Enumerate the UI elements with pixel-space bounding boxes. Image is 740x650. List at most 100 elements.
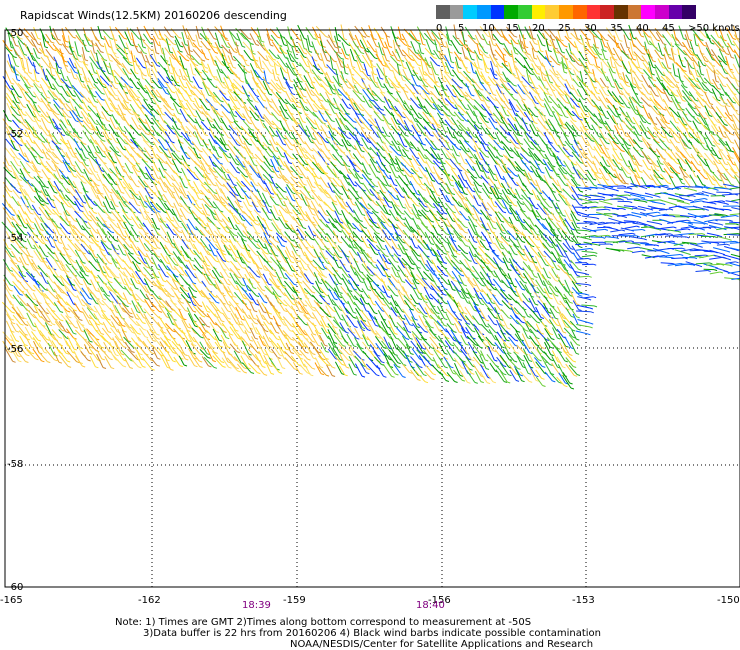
wind-barb [234, 47, 245, 61]
wind-barb-tick [398, 64, 402, 67]
wind-barb-tick [723, 85, 727, 88]
wind-barb [68, 57, 75, 68]
wind-barb [158, 41, 163, 54]
wind-barb [502, 71, 508, 82]
wind-barb-tick [514, 35, 518, 38]
wind-barb [164, 111, 174, 122]
wind-barb [359, 39, 367, 52]
wind-barb-tick [361, 87, 366, 90]
wind-barb [205, 173, 214, 186]
wind-barb-tick [669, 100, 673, 103]
wind-barb [340, 24, 345, 39]
wind-barb-tick [408, 175, 413, 178]
wind-barb-tick [732, 101, 736, 104]
wind-barb [536, 55, 543, 66]
wind-barb-tick [445, 71, 450, 74]
wind-barb-tick [249, 135, 253, 138]
wind-barb-tick [8, 170, 13, 173]
wind-barb [144, 61, 150, 76]
wind-barb [163, 120, 172, 129]
wind-barb-tick [189, 80, 194, 83]
wind-barb-tick [556, 131, 560, 134]
wind-barb [517, 24, 524, 38]
wind-barb-tick [74, 71, 79, 74]
wind-barb-tick [225, 39, 229, 42]
wind-barb-tick [488, 192, 493, 195]
wind-barb [314, 49, 321, 60]
wind-barb-tick [408, 98, 412, 101]
wind-barb [362, 155, 369, 165]
wind-barb-tick [321, 112, 325, 115]
wind-barb-tick [655, 94, 659, 97]
wind-barb-tick [292, 199, 296, 202]
wind-barb-tick [435, 73, 439, 76]
wind-barb [492, 33, 501, 44]
wind-barb [461, 60, 469, 73]
wind-barb-tick [296, 51, 300, 54]
wind-barb-tick [143, 74, 147, 77]
wind-barb-tick [732, 38, 737, 40]
wind-barb-tick [493, 137, 497, 140]
wind-barb-tick [219, 162, 223, 165]
wind-barb-tick [192, 108, 197, 111]
wind-barb-tick [183, 86, 188, 89]
wind-barb-tick [499, 155, 504, 158]
wind-barb-tick [85, 157, 89, 160]
wind-barb [716, 134, 726, 145]
wind-barb [396, 119, 406, 130]
wind-barb-tick [409, 129, 413, 132]
wind-barb-tick [66, 109, 71, 112]
wind-barb-tick [207, 172, 211, 175]
wind-barb-tick [697, 106, 701, 109]
wind-barb-tick [58, 66, 62, 69]
wind-barb-tick [299, 173, 303, 176]
wind-barb-tick [450, 66, 455, 69]
wind-barb [349, 68, 354, 83]
wind-barb-tick [284, 198, 288, 200]
wind-barb [108, 90, 116, 100]
wind-barb-tick [313, 38, 317, 40]
wind-barb-tick [534, 115, 539, 118]
wind-barb-tick [415, 170, 419, 172]
wind-barb-tick [667, 182, 672, 185]
wind-barb [352, 67, 363, 79]
wind-barb-tick [555, 51, 560, 54]
wind-barb [642, 159, 649, 170]
wind-barb-tick [164, 86, 168, 89]
wind-barb-tick [492, 44, 497, 47]
wind-barb-tick [297, 106, 302, 109]
wind-barb-tick [486, 99, 491, 102]
wind-barb-tick [309, 45, 314, 48]
wind-barb-tick [320, 99, 324, 102]
wind-barb-tick [709, 103, 714, 106]
wind-barb-tick [55, 162, 59, 165]
wind-barb-tick [514, 174, 519, 177]
wind-barb-tick [282, 87, 286, 90]
wind-barb [580, 135, 587, 145]
wind-barb-tick [639, 101, 643, 104]
wind-barb-tick [408, 158, 412, 160]
wind-barb-tick [367, 173, 371, 175]
wind-barb-tick [281, 155, 285, 158]
wind-barb-tick [640, 72, 644, 75]
wind-barb [160, 55, 168, 65]
wind-barb-tick [30, 85, 34, 88]
wind-barb-tick [577, 38, 581, 41]
wind-barb-tick [700, 39, 704, 41]
wind-barb-tick [700, 73, 705, 76]
wind-barb [493, 26, 502, 37]
wind-barb-tick [459, 129, 463, 132]
wind-barb-tick [115, 151, 120, 153]
wind-barb-tick [627, 144, 632, 147]
wind-barb-tick [701, 142, 705, 145]
wind-barb [240, 98, 249, 111]
wind-barb-tick [551, 110, 555, 113]
wind-barb-tick [656, 184, 660, 187]
wind-barb-tick [207, 48, 211, 51]
wind-barb [509, 139, 517, 148]
wind-barb [262, 141, 271, 152]
wind-barb [171, 159, 180, 172]
wind-barb-tick [675, 94, 679, 97]
wind-barb-tick [519, 197, 524, 200]
wind-barb-tick [281, 168, 285, 171]
